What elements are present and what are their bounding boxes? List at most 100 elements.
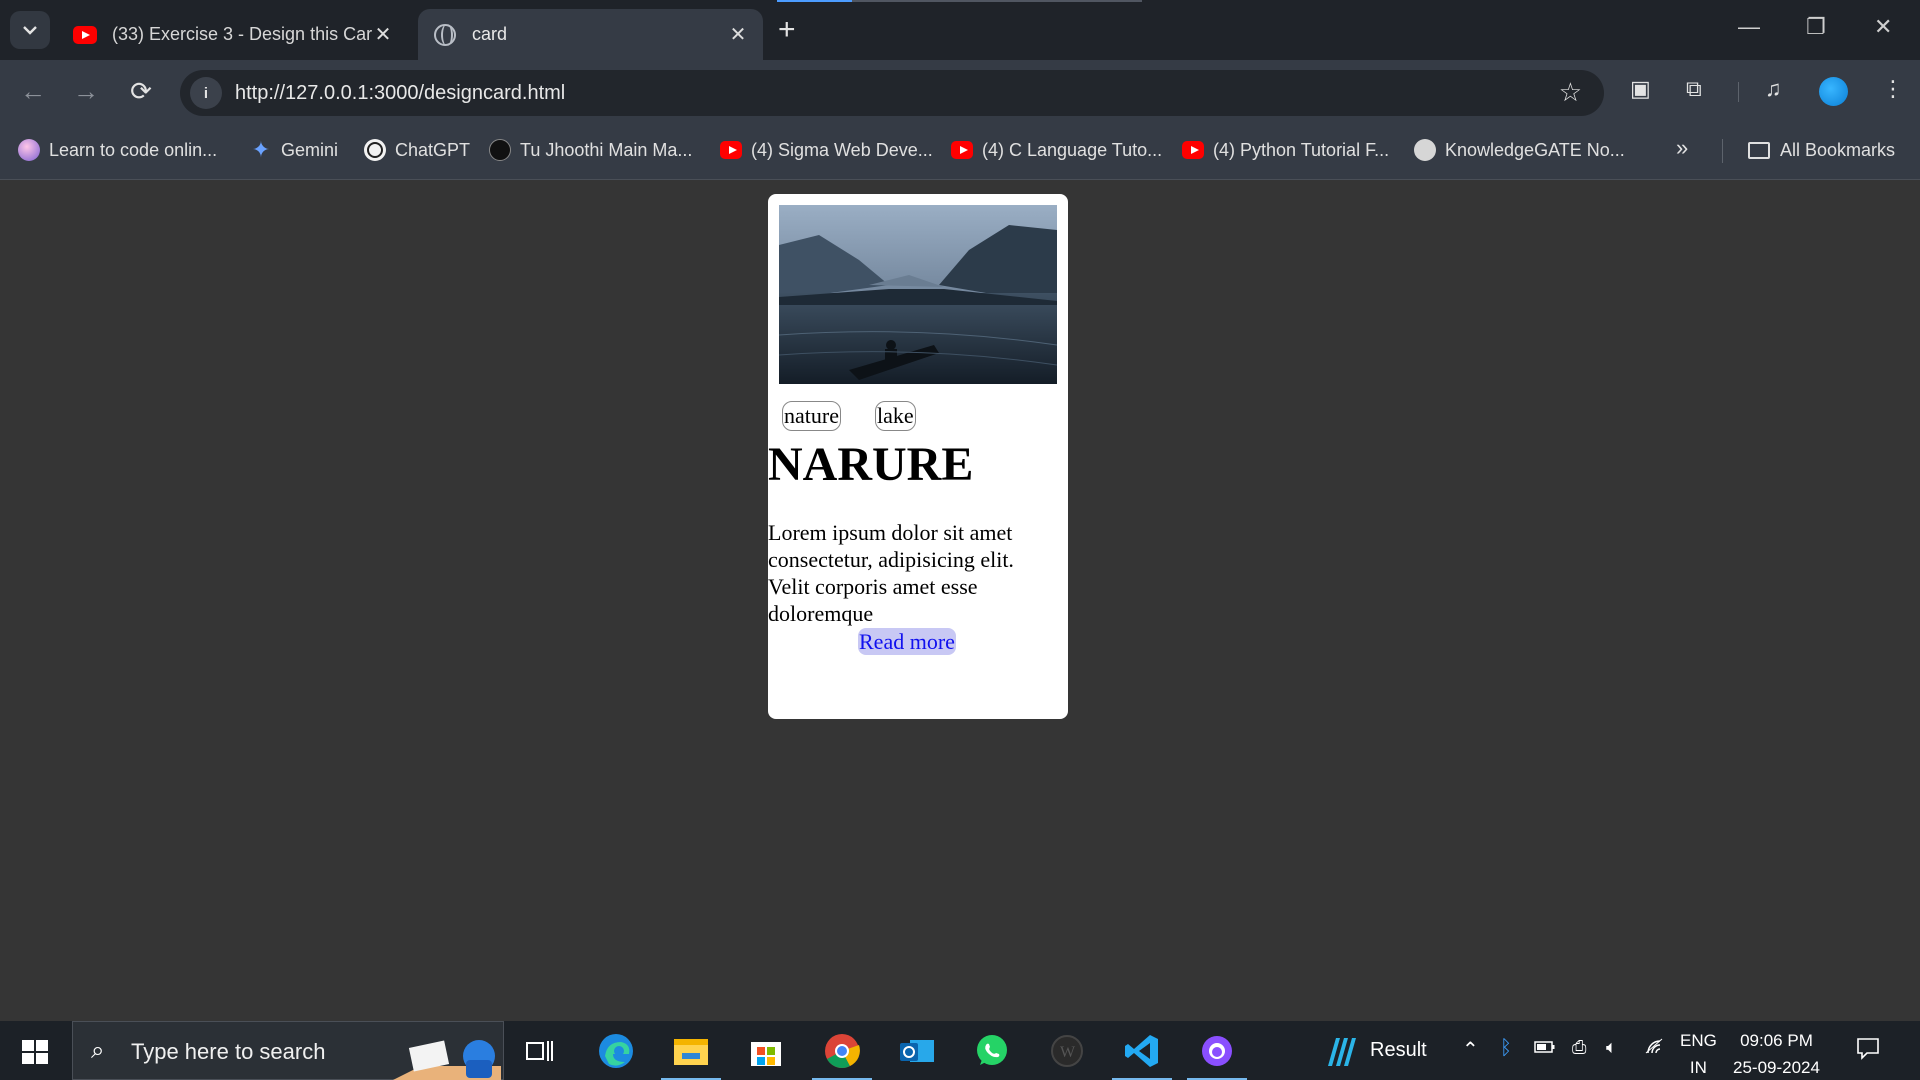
clock-time: 09:06 PM [1740,1031,1813,1050]
bookmark-label: Tu Jhoothi Main Ma... [520,139,693,160]
card-image [779,205,1057,384]
clock[interactable]: 09:06 PM 25-09-2024 [1733,1027,1820,1080]
restore-icon[interactable]: ❐ [1806,14,1826,40]
battery-icon[interactable] [1534,1038,1556,1059]
youtube-icon [720,139,742,161]
tab-youtube[interactable]: (33) Exercise 3 - Design this Car ✕ [58,9,408,60]
bookmark-label: (4) C Language Tuto... [982,139,1163,160]
tab-card[interactable]: card ✕ [418,9,763,60]
weather-label[interactable]: Result [1370,1039,1427,1062]
tab-search-button[interactable] [10,11,50,49]
close-icon[interactable]: ✕ [727,22,749,47]
meet-now-icon[interactable]: ⎙ [1572,1037,1586,1058]
close-icon[interactable]: ✕ [372,22,394,47]
music-icon [489,139,511,161]
avatar-icon [18,139,40,161]
minimize-icon[interactable]: — [1738,14,1760,40]
bookmark-item[interactable]: (4) Sigma Web Deve... [720,137,933,163]
search-placeholder: Type here to search [131,1039,326,1064]
card-title: NARURE [768,438,974,491]
gemini-icon: ✦ [251,137,271,162]
svg-text:W: W [1060,1044,1076,1061]
tag-lake: lake [874,401,916,431]
wifi-icon[interactable] [1644,1037,1664,1060]
loading-indicator [777,0,852,2]
clock-date: 25-09-2024 [1733,1058,1820,1077]
bookmark-label: ChatGPT [395,139,471,160]
bookmark-label: (4) Python Tutorial F... [1213,139,1390,160]
cricket-score-icon[interactable] [1322,1032,1362,1070]
all-bookmarks-label: All Bookmarks [1780,139,1896,160]
edge-icon[interactable] [596,1032,636,1070]
search-highlight-art [393,1040,501,1080]
bookmark-label: Learn to code onlin... [49,139,218,160]
bookmark-item[interactable]: ✦ Gemini [250,137,338,163]
chatgpt-icon [364,139,386,161]
whatsapp-icon[interactable] [972,1032,1012,1070]
picture-in-picture-icon[interactable]: ▣ [1630,76,1651,102]
bookmark-item[interactable]: Learn to code onlin... [18,137,217,163]
taskbar-search[interactable]: ⌕ Type here to search [72,1021,504,1080]
extensions-icon[interactable]: ⧉ [1686,76,1702,102]
all-bookmarks-button[interactable]: All Bookmarks [1748,137,1895,163]
bookmark-item[interactable]: Tu Jhoothi Main Ma... [489,137,692,163]
url-text[interactable]: http://127.0.0.1:3000/designcard.html [235,82,565,105]
outlook-icon[interactable] [897,1032,937,1070]
page-viewport: nature lake NARURE Lorem ipsum dolor sit… [0,181,1920,1021]
bookmark-label: Gemini [281,139,339,160]
youtube-icon [1182,139,1204,161]
language-code: ENG [1680,1031,1717,1050]
window-close-icon[interactable]: ✕ [1874,14,1892,40]
bookmark-item[interactable]: (4) Python Tutorial F... [1182,137,1389,163]
site-info-icon[interactable]: i [190,77,222,109]
tab-title: card [472,24,508,44]
bookmark-item[interactable]: KnowledgeGATE No... [1414,137,1625,163]
chevron-up-icon[interactable]: ⌃ [1462,1037,1479,1062]
windows-start-icon[interactable] [22,1040,48,1064]
toolbar-divider [1738,82,1739,102]
new-tab-button[interactable]: + [778,12,796,48]
tab-strip: (33) Exercise 3 - Design this Car ✕ card… [0,0,1920,60]
globe-icon [1414,139,1436,161]
profile-avatar[interactable] [1819,77,1848,106]
back-arrow-icon[interactable]: ← [16,74,50,108]
bookmark-label: KnowledgeGATE No... [1445,139,1625,160]
address-bar[interactable]: i http://127.0.0.1:3000/designcard.html … [180,70,1604,116]
microsoft-store-icon[interactable] [746,1032,786,1070]
bookmarks-bar: Learn to code onlin... ✦ Gemini ChatGPT … [0,121,1920,180]
browser-toolbar: ← → ⟳ i http://127.0.0.1:3000/designcard… [0,60,1920,121]
vscode-icon[interactable] [1112,1032,1172,1080]
card-description: Lorem ipsum dolor sit amet consectetur, … [768,520,1014,626]
media-control-icon[interactable]: ♫ [1765,76,1782,102]
bookmarks-divider [1722,139,1723,163]
bluetooth-icon[interactable]: ᛒ [1500,1037,1512,1060]
lake-photo [779,205,1057,384]
menu-kebab-icon[interactable]: ⋮ [1882,76,1904,102]
taskbar: ⌕ Type here to search W Result ⌃ ᛒ ⎙ 🔈︎ … [0,1021,1920,1080]
globe-icon [432,22,458,48]
bookmark-label: (4) Sigma Web Deve... [751,139,933,160]
screen: (33) Exercise 3 - Design this Car ✕ card… [0,0,1920,1080]
chevron-double-right-icon[interactable]: » [1676,135,1688,161]
forward-arrow-icon[interactable]: → [69,74,103,108]
github-desktop-icon[interactable] [1187,1032,1247,1080]
file-explorer-icon[interactable] [661,1032,721,1080]
language-indicator[interactable]: ENG IN [1680,1027,1717,1080]
wordpress-icon[interactable]: W [1047,1032,1087,1070]
volume-icon[interactable]: 🔈︎ [1606,1037,1617,1058]
read-more-button[interactable]: Read more [858,628,956,655]
search-icon: ⌕ [91,1037,105,1064]
bookmark-star-icon[interactable]: ☆ [1559,77,1582,108]
task-view-icon[interactable] [520,1032,560,1070]
reload-icon[interactable]: ⟳ [124,74,158,108]
bookmark-item[interactable]: (4) C Language Tuto... [951,137,1162,163]
tag-nature: nature [782,401,841,431]
tag-list: nature lake [782,401,916,431]
folder-icon [1748,141,1770,159]
chrome-icon[interactable] [812,1032,872,1080]
bookmark-item[interactable]: ChatGPT [364,137,470,163]
youtube-icon [951,139,973,161]
tab-title: (33) Exercise 3 - Design this Car [112,24,372,44]
card: nature lake NARURE Lorem ipsum dolor sit… [768,194,1068,719]
notifications-icon[interactable] [1855,1035,1881,1066]
